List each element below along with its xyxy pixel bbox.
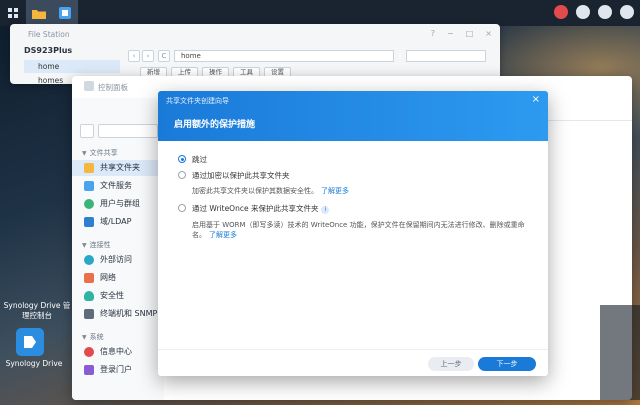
sidebar-item-terminal-snmp[interactable]: 终端机和 SNMP — [72, 306, 164, 322]
path-field[interactable]: home — [174, 50, 394, 62]
file-station-toolbar: ‹ › C home — [128, 48, 492, 64]
taskbar-file-station[interactable] — [26, 0, 52, 26]
file-station-window: File Station ? − □ × DS923Plus home home… — [10, 24, 500, 85]
home-icon[interactable] — [80, 124, 94, 138]
back-button[interactable]: ‹ — [128, 50, 140, 62]
host-node[interactable]: DS923Plus — [24, 46, 72, 55]
control-panel-icon — [59, 7, 71, 19]
main-menu-button[interactable] — [0, 0, 26, 26]
radio-encrypt[interactable] — [178, 171, 186, 179]
search-input[interactable] — [98, 124, 158, 138]
widget-icon[interactable] — [620, 5, 634, 19]
option-description: 加密此共享文件夹以保护其数据安全性。 了解更多 — [192, 186, 349, 196]
help-button[interactable]: ? — [431, 29, 435, 38]
domain-icon — [84, 217, 94, 227]
sidebar-item-label: 共享文件夹 — [100, 163, 140, 172]
sidebar-item-label: 域/LDAP — [100, 217, 132, 226]
section-connectivity[interactable]: ▼ 连接性 — [82, 240, 111, 250]
close-button[interactable]: × — [485, 29, 492, 38]
search-input[interactable] — [406, 50, 486, 62]
sidebar-item-security[interactable]: 安全性 — [72, 288, 164, 304]
taskbar-tray — [554, 5, 634, 19]
info-icon[interactable]: i — [321, 206, 330, 214]
wizard-heading: 启用额外的保护措施 — [174, 120, 256, 130]
control-panel-sidebar: ▼ 文件共享 共享文件夹 文件服务 用户与群组 域/LDAP ▼ 连接性 外部访问 … — [72, 98, 164, 400]
taskbar — [0, 0, 640, 26]
option-label: 通过加密以保护此共享文件夹 — [192, 171, 290, 180]
sidebar-item-label: 登录门户 — [100, 365, 132, 374]
section-file-sharing[interactable]: ▼ 文件共享 — [82, 148, 118, 158]
forward-button[interactable]: › — [142, 50, 154, 62]
sidebar-item-ldap[interactable]: 域/LDAP — [72, 214, 164, 230]
sidebar-item-info-center[interactable]: 信息中心 — [72, 344, 164, 360]
login-portal-icon — [84, 365, 94, 375]
window-controls: ? − □ × — [431, 29, 492, 38]
window-title: File Station — [28, 30, 70, 39]
sidebar-item-label: 文件服务 — [100, 181, 132, 190]
learn-more-link[interactable]: 了解更多 — [321, 187, 349, 195]
folder-icon — [32, 9, 46, 19]
maximize-button[interactable]: □ — [466, 29, 474, 38]
search-icon[interactable] — [598, 5, 612, 19]
file-services-icon — [84, 181, 94, 191]
sidebar-item-network[interactable]: 网络 — [72, 270, 164, 286]
external-access-icon — [84, 255, 94, 265]
synology-drive-icon[interactable] — [16, 328, 44, 356]
apps-grid-icon — [8, 8, 18, 18]
section-label: 连接性 — [89, 241, 111, 249]
notification-icon[interactable] — [554, 5, 568, 19]
divider — [158, 349, 548, 350]
control-panel-icon — [84, 81, 94, 91]
refresh-button[interactable]: C — [158, 50, 170, 62]
network-icon — [84, 273, 94, 283]
desktop-widget — [600, 305, 640, 400]
sidebar-item-users[interactable]: 用户与群组 — [72, 196, 164, 212]
wizard-header: 共享文件夹创建向导 × 启用额外的保护措施 — [158, 91, 548, 141]
sidebar-item-label: 终端机和 SNMP — [100, 309, 158, 318]
sidebar-item-external-access[interactable]: 外部访问 — [72, 252, 164, 268]
next-button[interactable]: 下一步 — [478, 357, 536, 371]
sidebar-item-label: 外部访问 — [100, 255, 132, 264]
learn-more-link[interactable]: 了解更多 — [209, 231, 237, 239]
sidebar-item-login-portal[interactable]: 登录门户 — [72, 362, 164, 378]
radio-skip[interactable] — [178, 155, 186, 163]
section-system[interactable]: ▼ 系统 — [82, 332, 104, 342]
option-label: 通过 WriteOnce 来保护此共享文件夹 i — [192, 203, 330, 214]
option-description: 启用基于 WORM（即写多读）技术的 WriteOnce 功能，保护文件在保留期… — [192, 220, 532, 240]
info-center-icon — [84, 347, 94, 357]
minimize-button[interactable]: − — [447, 29, 454, 38]
sidebar-item-label: 网络 — [100, 273, 116, 282]
sidebar-item-file-services[interactable]: 文件服务 — [72, 178, 164, 194]
wizard-caption: 共享文件夹创建向导 — [166, 97, 229, 105]
desktop-shortcut-label[interactable]: Synology Drive — [0, 359, 68, 368]
sidebar-item-label: 信息中心 — [100, 347, 132, 356]
previous-button[interactable]: 上一步 — [428, 357, 474, 371]
section-label: 文件共享 — [89, 149, 118, 157]
option-label: 跳过 — [192, 155, 207, 164]
shield-icon — [84, 291, 94, 301]
sidebar-item-label: 用户与群组 — [100, 199, 140, 208]
users-icon — [84, 199, 94, 209]
taskbar-control-panel[interactable] — [52, 0, 78, 26]
sidebar-item-label: 安全性 — [100, 291, 124, 300]
share-folder-wizard: 共享文件夹创建向导 × 启用额外的保护措施 跳过 通过加密以保护此共享文件夹 加… — [158, 91, 548, 376]
description-text: 启用基于 WORM（即写多读）技术的 WriteOnce 功能，保护文件在保留期… — [192, 221, 525, 239]
desktop-shortcut-label[interactable]: Synology Drive 管理控制台 — [2, 301, 72, 321]
terminal-icon — [84, 309, 94, 319]
user-icon[interactable] — [576, 5, 590, 19]
folder-item-home[interactable]: home — [24, 60, 120, 73]
description-text: 加密此共享文件夹以保护其数据安全性。 — [192, 187, 318, 195]
folder-icon — [84, 163, 94, 173]
window-title: 控制面板 — [98, 83, 128, 92]
section-label: 系统 — [89, 333, 104, 341]
radio-writeonce[interactable] — [178, 204, 186, 212]
close-icon[interactable]: × — [532, 95, 540, 105]
option-label-text: 通过 WriteOnce 来保护此共享文件夹 — [192, 204, 319, 213]
sidebar-item-shared-folder[interactable]: 共享文件夹 — [72, 160, 164, 176]
